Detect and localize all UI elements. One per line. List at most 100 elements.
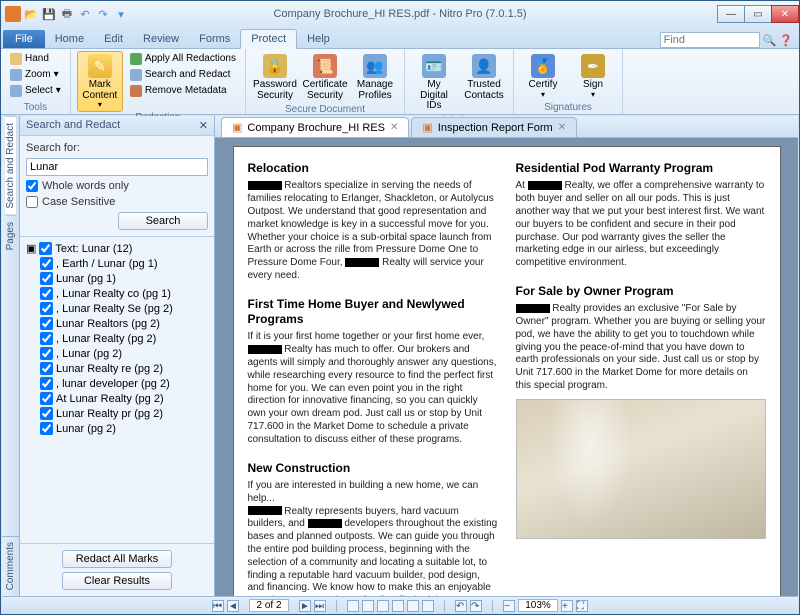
result-item[interactable]: Lunar Realty re (pg 2)	[22, 361, 212, 376]
panel-title: Search and Redact	[26, 119, 120, 132]
qat-open-icon[interactable]: 📂	[23, 6, 39, 22]
redact-all-button[interactable]: Redact All Marks	[62, 550, 172, 568]
file-tab[interactable]: File	[3, 30, 45, 48]
result-item[interactable]: , Lunar Realty (pg 2)	[22, 331, 212, 346]
view-mode-icon[interactable]	[347, 600, 359, 612]
tab-protect[interactable]: Protect	[240, 29, 297, 49]
rail-search-redact[interactable]: Search and Redact	[5, 116, 16, 216]
rotate-right-icon[interactable]: ↷	[470, 600, 482, 612]
qat-undo-icon[interactable]: ↶	[77, 6, 93, 22]
case-sensitive-checkbox[interactable]: Case Sensitive	[26, 196, 208, 208]
search-icon[interactable]: 🔍	[763, 34, 777, 47]
heading-warranty: Residential Pod Warranty Program	[516, 161, 766, 176]
id-icon: 🪪	[422, 54, 446, 78]
pdf-page: Relocation Realtors specialize in servin…	[233, 146, 781, 596]
sign-button[interactable]: ✒Sign▾	[570, 51, 616, 102]
doc-tab-1[interactable]: ▣Company Brochure_HI RES✕	[221, 117, 409, 137]
group-secure: Secure Document	[252, 104, 398, 116]
interior-photo	[516, 399, 766, 539]
result-item[interactable]: Lunar Realtors (pg 2)	[22, 316, 212, 331]
search-term-input[interactable]	[26, 158, 208, 176]
search-and-redact[interactable]: Search and Redact	[127, 67, 239, 82]
view-mode-icon[interactable]	[377, 600, 389, 612]
find-input[interactable]	[660, 32, 760, 48]
apply-redactions[interactable]: Apply All Redactions	[127, 51, 239, 66]
result-item[interactable]: At Lunar Realty (pg 2)	[22, 391, 212, 406]
page-indicator[interactable]	[249, 599, 289, 612]
heading-newcon: New Construction	[248, 461, 498, 476]
result-item[interactable]: , Lunar Realty Se (pg 2)	[22, 301, 212, 316]
hand-tool[interactable]: Hand	[7, 51, 64, 66]
rotate-left-icon[interactable]: ↶	[455, 600, 467, 612]
redaction-mark	[248, 506, 282, 515]
my-digital-ids[interactable]: 🪪My Digital IDs	[411, 51, 457, 115]
zoom-tool[interactable]: Zoom ▾	[7, 67, 64, 82]
rail-comments[interactable]: Comments	[2, 536, 20, 596]
app-icon	[5, 6, 21, 22]
result-item[interactable]: Lunar Realty pr (pg 2)	[22, 406, 212, 421]
tab-edit[interactable]: Edit	[94, 30, 133, 48]
view-mode-icon[interactable]	[362, 600, 374, 612]
document-tabs: ▣Company Brochure_HI RES✕ ▣Inspection Re…	[215, 116, 798, 138]
doc-tab-2[interactable]: ▣Inspection Report Form✕	[411, 117, 577, 137]
fullscreen-icon[interactable]: ⛶	[576, 600, 588, 612]
view-mode-icon[interactable]	[407, 600, 419, 612]
whole-words-checkbox[interactable]: Whole words only	[26, 180, 208, 192]
prev-page-icon[interactable]: ◄	[227, 600, 239, 612]
manage-profiles[interactable]: 👥Manage Profiles	[352, 51, 398, 104]
rail-pages[interactable]: Pages	[5, 216, 16, 256]
trusted-contacts[interactable]: 👤Trusted Contacts	[461, 51, 507, 115]
tab-help[interactable]: Help	[297, 30, 340, 48]
certify-button[interactable]: 🏅Certify▾	[520, 51, 566, 102]
qat-save-icon[interactable]: 💾	[41, 6, 57, 22]
heading-firsttime: First Time Home Buyer and Newlywed Progr…	[248, 297, 498, 328]
view-mode-icon[interactable]	[422, 600, 434, 612]
group-tools: Tools	[7, 102, 64, 114]
next-page-icon[interactable]: ►	[299, 600, 311, 612]
maximize-button[interactable]: ▭	[744, 5, 772, 23]
last-page-icon[interactable]: ⏭	[314, 600, 326, 612]
tab-home[interactable]: Home	[45, 30, 94, 48]
minimize-button[interactable]: —	[717, 5, 745, 23]
remove-metadata[interactable]: Remove Metadata	[127, 83, 239, 98]
certificate-security[interactable]: 📜Certificate Security	[302, 51, 348, 104]
qat-redo-icon[interactable]: ↷	[95, 6, 111, 22]
certificate-icon: 📜	[313, 54, 337, 78]
document-viewport[interactable]: Relocation Realtors specialize in servin…	[215, 138, 798, 596]
result-item[interactable]: , Lunar (pg 2)	[22, 346, 212, 361]
result-item[interactable]: , lunar developer (pg 2)	[22, 376, 212, 391]
close-button[interactable]: ✕	[771, 5, 799, 23]
redaction-mark	[248, 345, 282, 354]
qat-print-icon[interactable]: 🖶	[59, 6, 75, 22]
tab-review[interactable]: Review	[133, 30, 189, 48]
first-page-icon[interactable]: ⏮	[212, 600, 224, 612]
results-root[interactable]: ▣ Text: Lunar (12)	[22, 241, 212, 256]
tab-forms[interactable]: Forms	[189, 30, 240, 48]
zoom-indicator[interactable]	[518, 599, 558, 612]
window-title: Company Brochure_HI RES.pdf - Nitro Pro …	[273, 8, 526, 20]
panel-close-icon[interactable]: ✕	[199, 119, 208, 132]
select-tool[interactable]: Select ▾	[7, 83, 64, 98]
result-item[interactable]: Lunar (pg 2)	[22, 421, 212, 436]
zoom-in-icon[interactable]: +	[561, 600, 573, 612]
result-item[interactable]: , Lunar Realty co (pg 1)	[22, 286, 212, 301]
help-icon[interactable]: ❓	[779, 34, 793, 47]
result-item[interactable]: , Earth / Lunar (pg 1)	[22, 256, 212, 271]
redaction-mark	[248, 181, 282, 190]
highlighter-icon: ✎	[88, 54, 112, 78]
password-security[interactable]: 🔒Password Security	[252, 51, 298, 104]
qat-more-icon[interactable]: ▾	[113, 6, 129, 22]
results-tree[interactable]: ▣ Text: Lunar (12) , Earth / Lunar (pg 1…	[20, 236, 214, 543]
view-mode-icon[interactable]	[392, 600, 404, 612]
mark-content-button[interactable]: ✎ Mark Content▾	[77, 51, 123, 112]
zoom-icon	[10, 69, 22, 81]
zoom-out-icon[interactable]: −	[503, 600, 515, 612]
clear-results-button[interactable]: Clear Results	[62, 572, 172, 590]
result-item[interactable]: Lunar (pg 1)	[22, 271, 212, 286]
close-icon[interactable]: ✕	[390, 122, 398, 133]
redaction-mark	[516, 304, 550, 313]
search-button[interactable]: Search	[118, 212, 208, 230]
heading-fsbo: For Sale by Owner Program	[516, 284, 766, 299]
metadata-icon	[130, 85, 142, 97]
close-icon[interactable]: ✕	[558, 122, 566, 133]
